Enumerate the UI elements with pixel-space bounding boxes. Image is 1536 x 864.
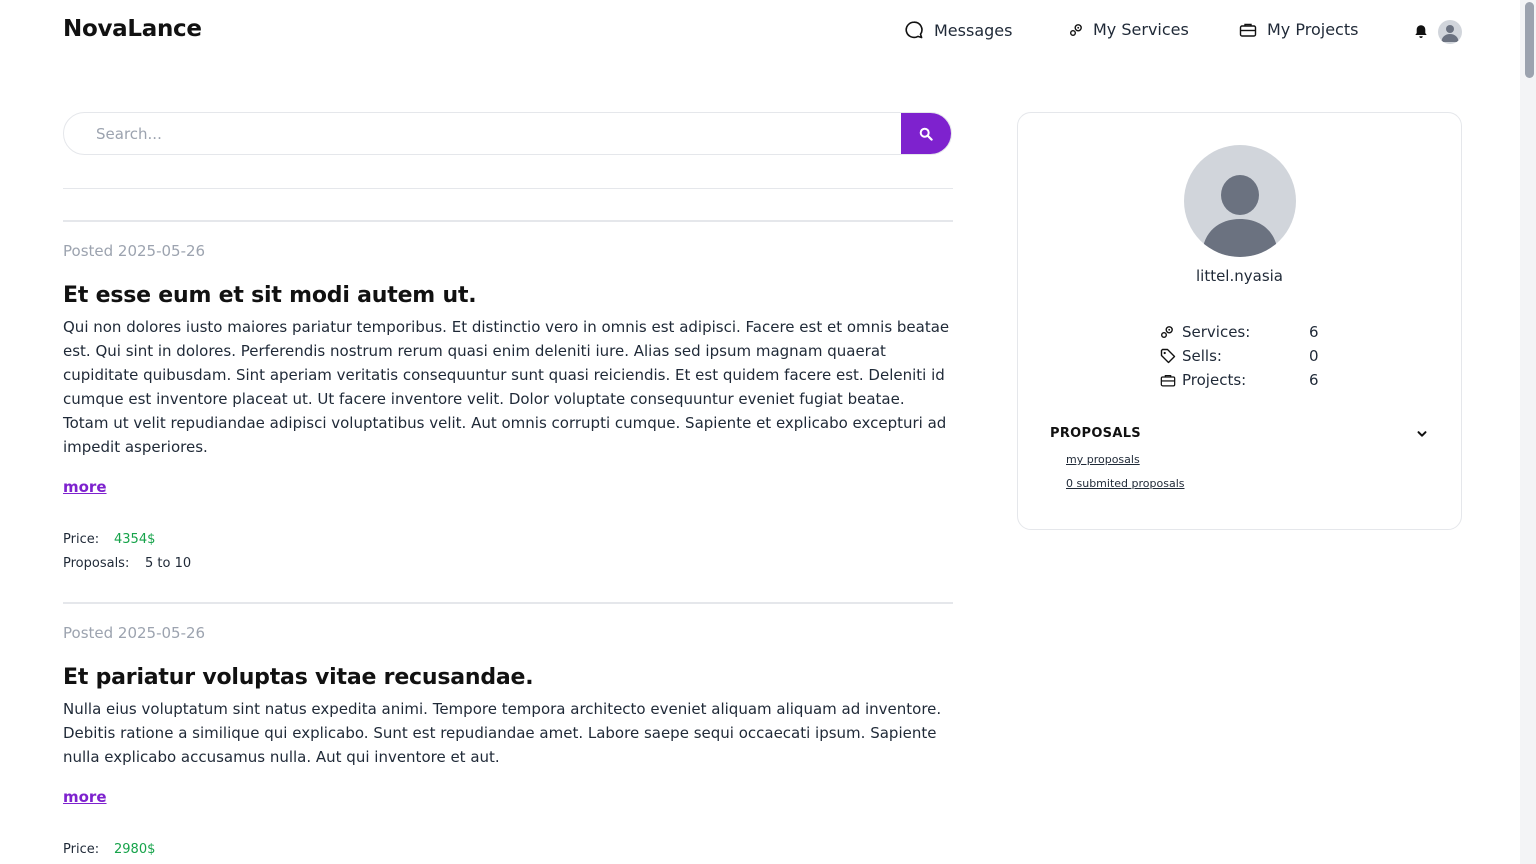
stat-sells: Sells: 0: [1160, 347, 1319, 365]
gears-icon: [1161, 326, 1173, 338]
proposals-label: Proposals:: [63, 556, 130, 571]
price-row: Price: 4354$: [63, 528, 953, 552]
profile-avatar: [1184, 145, 1296, 257]
briefcase-icon: [1239, 23, 1257, 37]
search-input[interactable]: [64, 113, 902, 154]
price-label: Price:: [63, 532, 100, 547]
submitted-proposals-link[interactable]: 0 submited proposals: [1066, 477, 1184, 490]
page-scrollbar-track[interactable]: [1520, 0, 1536, 864]
post-description: Qui non dolores iusto maiores pariatur t…: [63, 318, 950, 456]
more-link[interactable]: more: [63, 788, 107, 806]
profile-username: littel.nyasia: [1195, 267, 1283, 285]
gears-icon: [1070, 23, 1082, 36]
post-description: Nulla eius voluptatum sint natus expedit…: [63, 700, 942, 766]
user-avatar[interactable]: [1438, 20, 1462, 44]
proposals-heading: PROPOSALS: [1050, 426, 1141, 441]
price-value: 2980$: [114, 842, 156, 857]
stat-sells-label: Sells:: [1182, 347, 1222, 365]
post-date: Posted 2025-05-26: [63, 242, 206, 260]
stat-services-label: Services:: [1182, 323, 1251, 341]
more-link[interactable]: more: [63, 478, 107, 496]
stat-projects-value: 6: [1309, 371, 1319, 389]
price-value: 4354$: [114, 532, 156, 547]
post-separator: [63, 602, 953, 604]
bell-icon: [1415, 25, 1427, 38]
post-separator: [63, 220, 953, 222]
tag-icon: [1160, 348, 1176, 364]
top-nav: NovaLance Messages My Services My Projec…: [0, 0, 1520, 64]
search-divider: [63, 188, 953, 189]
proposals-row: Proposals: 5 to 10: [63, 552, 953, 576]
nav-my-projects[interactable]: My Projects: [1239, 20, 1358, 39]
nav-my-projects-label: My Projects: [1267, 20, 1359, 39]
stat-projects: Projects: 6: [1160, 371, 1319, 389]
nav-my-services-label: My Services: [1093, 20, 1189, 39]
search-button[interactable]: [901, 113, 951, 154]
briefcase-icon: [1160, 374, 1176, 386]
nav-my-services[interactable]: My Services: [1069, 20, 1189, 39]
my-proposals-link[interactable]: my proposals: [1066, 453, 1140, 466]
post-title[interactable]: Et pariatur voluptas vitae recusandae.: [63, 663, 953, 693]
profile-card: littel.nyasia Services: 6 Sells: 0 Proje…: [1017, 112, 1462, 530]
price-label: Price:: [63, 842, 100, 857]
project-post: Posted 2025-05-26 Et esse eum et sit mod…: [63, 241, 953, 576]
page-scrollbar-thumb[interactable]: [1525, 2, 1534, 78]
nav-messages[interactable]: Messages: [904, 20, 1012, 40]
stat-services: Services: 6: [1160, 323, 1319, 341]
price-row: Price: 2980$: [63, 838, 953, 862]
proposals-value: 5 to 10: [145, 556, 192, 571]
chevron-down-icon: [1417, 430, 1427, 437]
stat-projects-label: Projects:: [1182, 371, 1247, 389]
nav-messages-label: Messages: [934, 20, 1013, 40]
chat-bubble-icon: [905, 21, 923, 39]
post-title[interactable]: Et esse eum et sit modi autem ut.: [63, 281, 953, 311]
user-avatar-icon: [1202, 175, 1278, 257]
proposals-toggle[interactable]: PROPOSALS: [1050, 426, 1428, 441]
project-post: Posted 2025-05-26 Et pariatur voluptas v…: [63, 623, 953, 862]
notifications-button[interactable]: [1414, 24, 1428, 43]
search-icon: [919, 127, 933, 141]
user-avatar-icon: [1441, 25, 1459, 42]
search-bar: [63, 112, 952, 155]
brand-logo[interactable]: NovaLance: [63, 16, 202, 42]
post-date: Posted 2025-05-26: [63, 624, 206, 642]
stat-services-value: 6: [1309, 323, 1319, 341]
stat-sells-value: 0: [1309, 347, 1319, 365]
